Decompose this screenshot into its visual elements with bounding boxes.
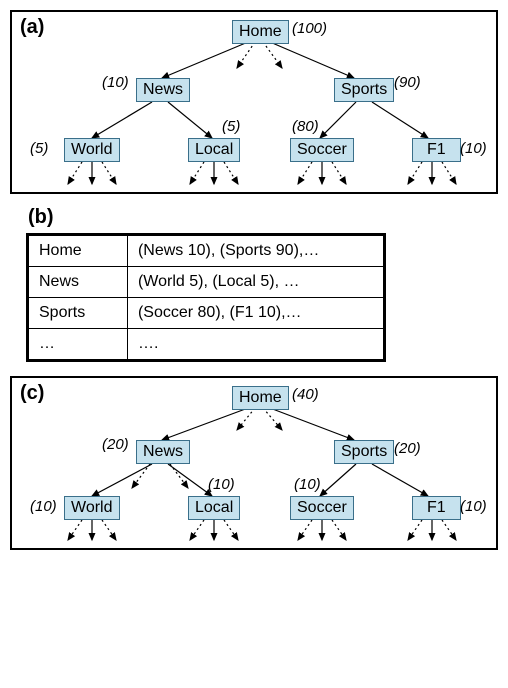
table-row: ……. [28,329,385,361]
annot-local: (5) [222,118,240,135]
cell-key: Home [28,235,128,267]
tree-a: Home (100) News (10) Sports (90) World (… [12,12,496,192]
node-f1-c: F1 [412,496,461,520]
node-home-c: Home [232,386,289,410]
annot-soccer: (80) [292,118,319,135]
annot-home-c: (40) [292,386,319,403]
annot-news-c: (20) [102,436,129,453]
panel-c: (c) [10,376,498,550]
annot-news: (10) [102,74,129,91]
node-soccer: Soccer [290,138,354,162]
cell-val: (World 5), (Local 5), … [127,267,384,298]
panel-b-label: (b) [28,206,498,229]
node-sports-c: Sports [334,440,394,464]
panel-b: (b) Home(News 10), (Sports 90),… News(Wo… [10,206,498,362]
annot-home: (100) [292,20,327,37]
cell-val: (News 10), (Sports 90),… [127,235,384,267]
annot-sports-c: (20) [394,440,421,457]
annot-world: (5) [30,140,48,157]
node-f1: F1 [412,138,461,162]
node-local-c: Local [188,496,240,520]
annot-f1-c: (10) [460,498,487,515]
node-news: News [136,78,190,102]
cell-val: (Soccer 80), (F1 10),… [127,298,384,329]
node-news-c: News [136,440,190,464]
panel-a: (a) [10,10,498,194]
table-row: Sports(Soccer 80), (F1 10),… [28,298,385,329]
annot-sports: (90) [394,74,421,91]
table-row: News(World 5), (Local 5), … [28,267,385,298]
mapping-table: Home(News 10), (Sports 90),… News(World … [26,233,386,362]
cell-val: …. [127,329,384,361]
cell-key: Sports [28,298,128,329]
annot-f1: (10) [460,140,487,157]
node-sports: Sports [334,78,394,102]
node-home: Home [232,20,289,44]
table-row: Home(News 10), (Sports 90),… [28,235,385,267]
node-world: World [64,138,120,162]
cell-key: … [28,329,128,361]
node-world-c: World [64,496,120,520]
cell-key: News [28,267,128,298]
annot-world-c: (10) [30,498,57,515]
annot-local-c: (10) [208,476,235,493]
node-soccer-c: Soccer [290,496,354,520]
annot-soccer-c: (10) [294,476,321,493]
tree-c: Home (40) News (20) Sports (20) World (1… [12,378,496,548]
node-local: Local [188,138,240,162]
